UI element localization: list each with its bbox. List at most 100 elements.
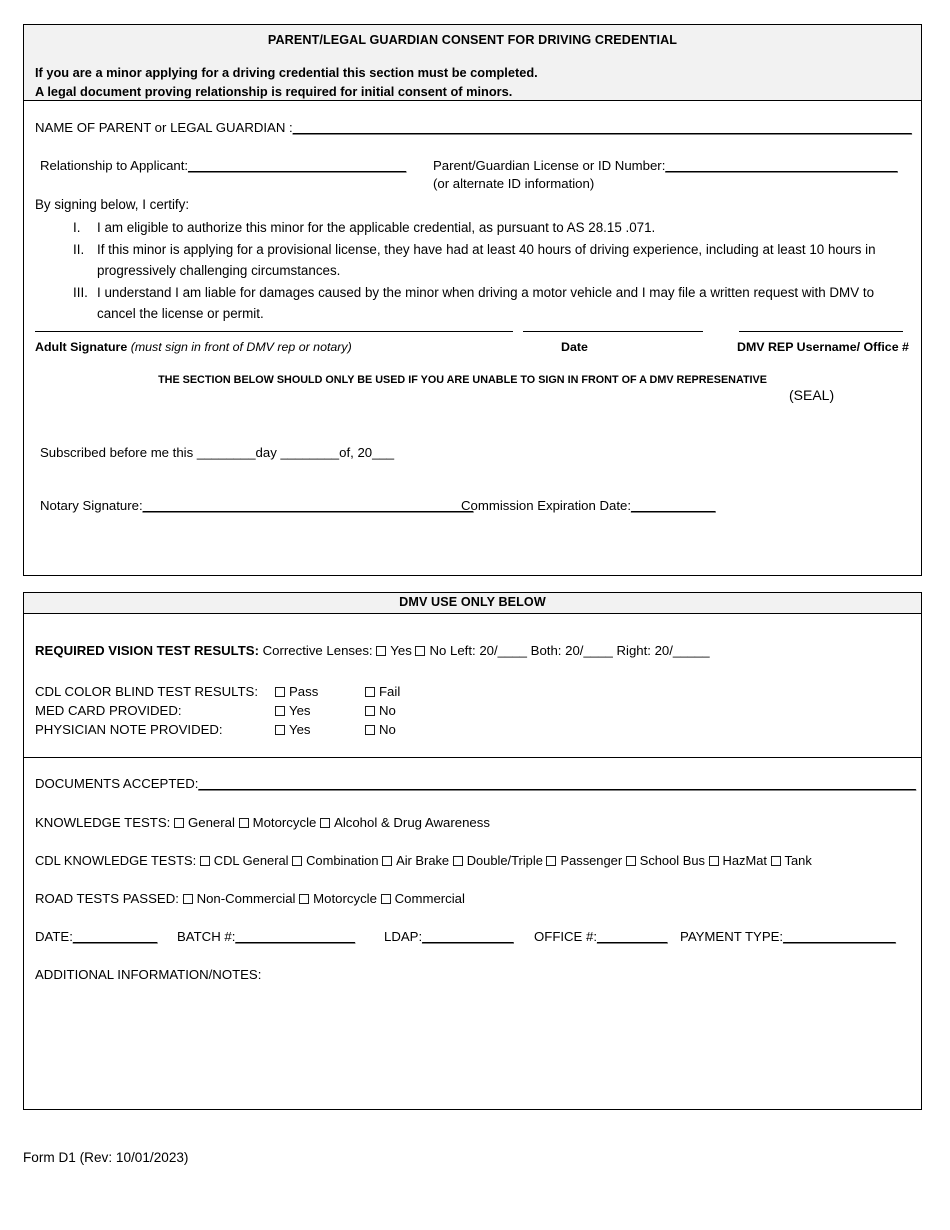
seal-label: (SEAL) [789, 387, 835, 403]
form-footer: Form D1 (Rev: 10/01/2023) [23, 1150, 189, 1165]
batch-field-group: BATCH #:_________________ [177, 928, 355, 945]
checkbox-icon-cdl-school-bus[interactable] [625, 856, 636, 866]
checkbox-icon-knowledge-alcohol-drug[interactable] [320, 818, 331, 828]
office-field-input-rule[interactable]: __________ [597, 929, 668, 944]
checkbox-icon-corrective-no[interactable] [415, 646, 426, 656]
documents-accepted-input-rule[interactable]: ________________________________________… [198, 776, 916, 791]
payment-type-label: PAYMENT TYPE: [680, 929, 784, 944]
med-card-row: MED CARD PROVIDED: Yes No [35, 702, 396, 719]
certify-list-item: I. I am eligible to authorize this minor… [35, 217, 915, 239]
vision-both-field[interactable]: Both: 20/____ [531, 643, 613, 658]
physician-note-row: PHYSICIAN NOTE PROVIDED: Yes No [35, 721, 396, 738]
corrective-lenses-yes-label: Yes [390, 643, 412, 658]
parent-name-field-row: NAME OF PARENT or LEGAL GUARDIAN :______… [35, 119, 912, 136]
notary-signature-input-rule[interactable]: ________________________________________… [143, 498, 474, 513]
relationship-input-rule[interactable]: _______________________________ [188, 158, 406, 173]
date-field-input-rule[interactable]: ____________ [73, 929, 158, 944]
alternate-id-note: (or alternate ID information) [433, 176, 595, 191]
additional-notes-area[interactable] [35, 986, 895, 1096]
payment-type-field-group: PAYMENT TYPE:________________ [680, 928, 896, 945]
checkbox-icon-physician-yes[interactable] [275, 725, 285, 735]
adult-signature-label: Adult Signature [35, 340, 128, 354]
cdl-option-school-bus: School Bus [639, 853, 705, 868]
form-page: PARENT/LEGAL GUARDIAN CONSENT FOR DRIVIN… [0, 0, 950, 1230]
cdl-color-blind-label: CDL COLOR BLIND TEST RESULTS: [35, 684, 259, 699]
knowledge-option-alcohol-drug: Alcohol & Drug Awareness [334, 815, 490, 830]
certify-item-number: I. [73, 220, 81, 235]
checkbox-icon-cdl-tank[interactable] [770, 856, 781, 866]
checkbox-icon-cdl-hazmat[interactable] [708, 856, 719, 866]
knowledge-option-general: General [188, 815, 235, 830]
commission-expiration-row: Commission Expiration Date:____________ [461, 497, 716, 514]
cdl-option-hazmat: HazMat [722, 853, 767, 868]
certify-list-item: II. If this minor is applying for a prov… [35, 239, 915, 282]
dmv-use-only-section: DMV USE ONLY BELOW REQUIRED VISION TEST … [23, 592, 922, 1110]
certify-item-text: I am eligible to authorize this minor fo… [97, 220, 656, 235]
checkbox-icon-corrective-yes[interactable] [376, 646, 387, 656]
med-card-option-yes: Yes [289, 703, 311, 718]
ldap-field-input-rule[interactable]: _____________ [422, 929, 514, 944]
commission-expiration-label: Commission Expiration Date: [461, 498, 632, 513]
license-number-input-rule[interactable]: _________________________________ [665, 158, 897, 173]
payment-type-input-rule[interactable]: ________________ [783, 929, 896, 944]
checkbox-icon-cdl-general[interactable] [199, 856, 210, 866]
corrective-lenses-label: Corrective Lenses: [262, 643, 373, 658]
consent-notice-line-2: A legal document proving relationship is… [35, 84, 513, 99]
checkbox-icon-cdl-double-triple[interactable] [452, 856, 463, 866]
checkbox-icon-physician-no[interactable] [365, 725, 375, 735]
cdl-option-double-triple: Double/Triple [466, 853, 543, 868]
subscribed-line[interactable]: Subscribed before me this ________day __… [40, 444, 394, 461]
cdl-color-blind-option-fail: Fail [379, 684, 401, 699]
dmv-rep-caption: DMV REP Username/ Office # [737, 340, 909, 354]
date-line[interactable] [523, 331, 703, 332]
knowledge-tests-row: KNOWLEDGE TESTS: General Motorcycle Alco… [35, 814, 490, 831]
checkbox-icon-medcard-yes[interactable] [275, 706, 285, 716]
documents-accepted-row: DOCUMENTS ACCEPTED:_____________________… [35, 775, 916, 792]
ldap-field-group: LDAP:_____________ [384, 928, 514, 945]
vision-right-field[interactable]: Right: 20/_____ [616, 643, 709, 658]
checkbox-icon-cdl-air-brake[interactable] [382, 856, 393, 866]
date-caption: Date [561, 340, 588, 354]
consent-header-band: PARENT/LEGAL GUARDIAN CONSENT FOR DRIVIN… [24, 25, 921, 101]
checkbox-icon-road-commercial[interactable] [380, 894, 391, 904]
cdl-option-combination: Combination [306, 853, 379, 868]
checkbox-icon-cdl-combination[interactable] [292, 856, 303, 866]
checkbox-icon-knowledge-general[interactable] [174, 818, 184, 828]
batch-field-input-rule[interactable]: _________________ [235, 929, 355, 944]
checkbox-icon-knowledge-motorcycle[interactable] [238, 818, 249, 828]
certify-list-item: III. I understand I am liable for damage… [35, 282, 915, 325]
cdl-color-blind-row: CDL COLOR BLIND TEST RESULTS: Pass Fail [35, 683, 400, 700]
commission-expiration-input-rule[interactable]: ____________ [631, 498, 716, 513]
checkbox-icon-cdl-passenger[interactable] [546, 856, 557, 866]
checkbox-icon-colorblind-pass[interactable] [275, 687, 285, 697]
parent-name-input-rule[interactable]: ________________________________________… [293, 120, 912, 135]
relationship-label: Relationship to Applicant: [40, 158, 189, 173]
cdl-option-cdl-general: CDL General [213, 853, 289, 868]
vision-left-field[interactable]: Left: 20/____ [450, 643, 527, 658]
license-number-field-row: Parent/Guardian License or ID Number:___… [433, 157, 898, 174]
road-tests-row: ROAD TESTS PASSED: Non-Commercial Motorc… [35, 890, 465, 907]
consent-title: PARENT/LEGAL GUARDIAN CONSENT FOR DRIVIN… [267, 33, 678, 47]
notary-signature-label: Notary Signature: [40, 498, 143, 513]
office-field-label: OFFICE #: [534, 929, 598, 944]
certify-item-number: III. [73, 284, 88, 300]
med-card-option-no: No [379, 703, 396, 718]
adult-signature-line[interactable] [35, 331, 513, 332]
notary-warning: THE SECTION BELOW SHOULD ONLY BE USED IF… [158, 374, 767, 386]
dmv-header-band: DMV USE ONLY BELOW [24, 593, 921, 614]
relationship-field-row: Relationship to Applicant:______________… [40, 157, 406, 174]
road-option-commercial: Commercial [394, 891, 465, 906]
checkbox-icon-colorblind-fail[interactable] [365, 687, 375, 697]
road-option-non-commercial: Non-Commercial [196, 891, 296, 906]
checkbox-icon-road-non-commercial[interactable] [182, 894, 193, 904]
cdl-knowledge-tests-row: CDL KNOWLEDGE TESTS: CDL General Combina… [35, 852, 812, 869]
checkbox-icon-medcard-no[interactable] [365, 706, 375, 716]
knowledge-tests-label: KNOWLEDGE TESTS: [35, 815, 171, 830]
license-number-label: Parent/Guardian License or ID Number: [433, 158, 666, 173]
cdl-option-passenger: Passenger [560, 853, 623, 868]
documents-accepted-label: DOCUMENTS ACCEPTED: [35, 776, 199, 791]
physician-note-option-yes: Yes [289, 722, 311, 737]
parent-name-label: NAME OF PARENT or LEGAL GUARDIAN : [35, 120, 293, 135]
checkbox-icon-road-motorcycle[interactable] [299, 894, 310, 904]
dmv-rep-line[interactable] [739, 331, 903, 332]
